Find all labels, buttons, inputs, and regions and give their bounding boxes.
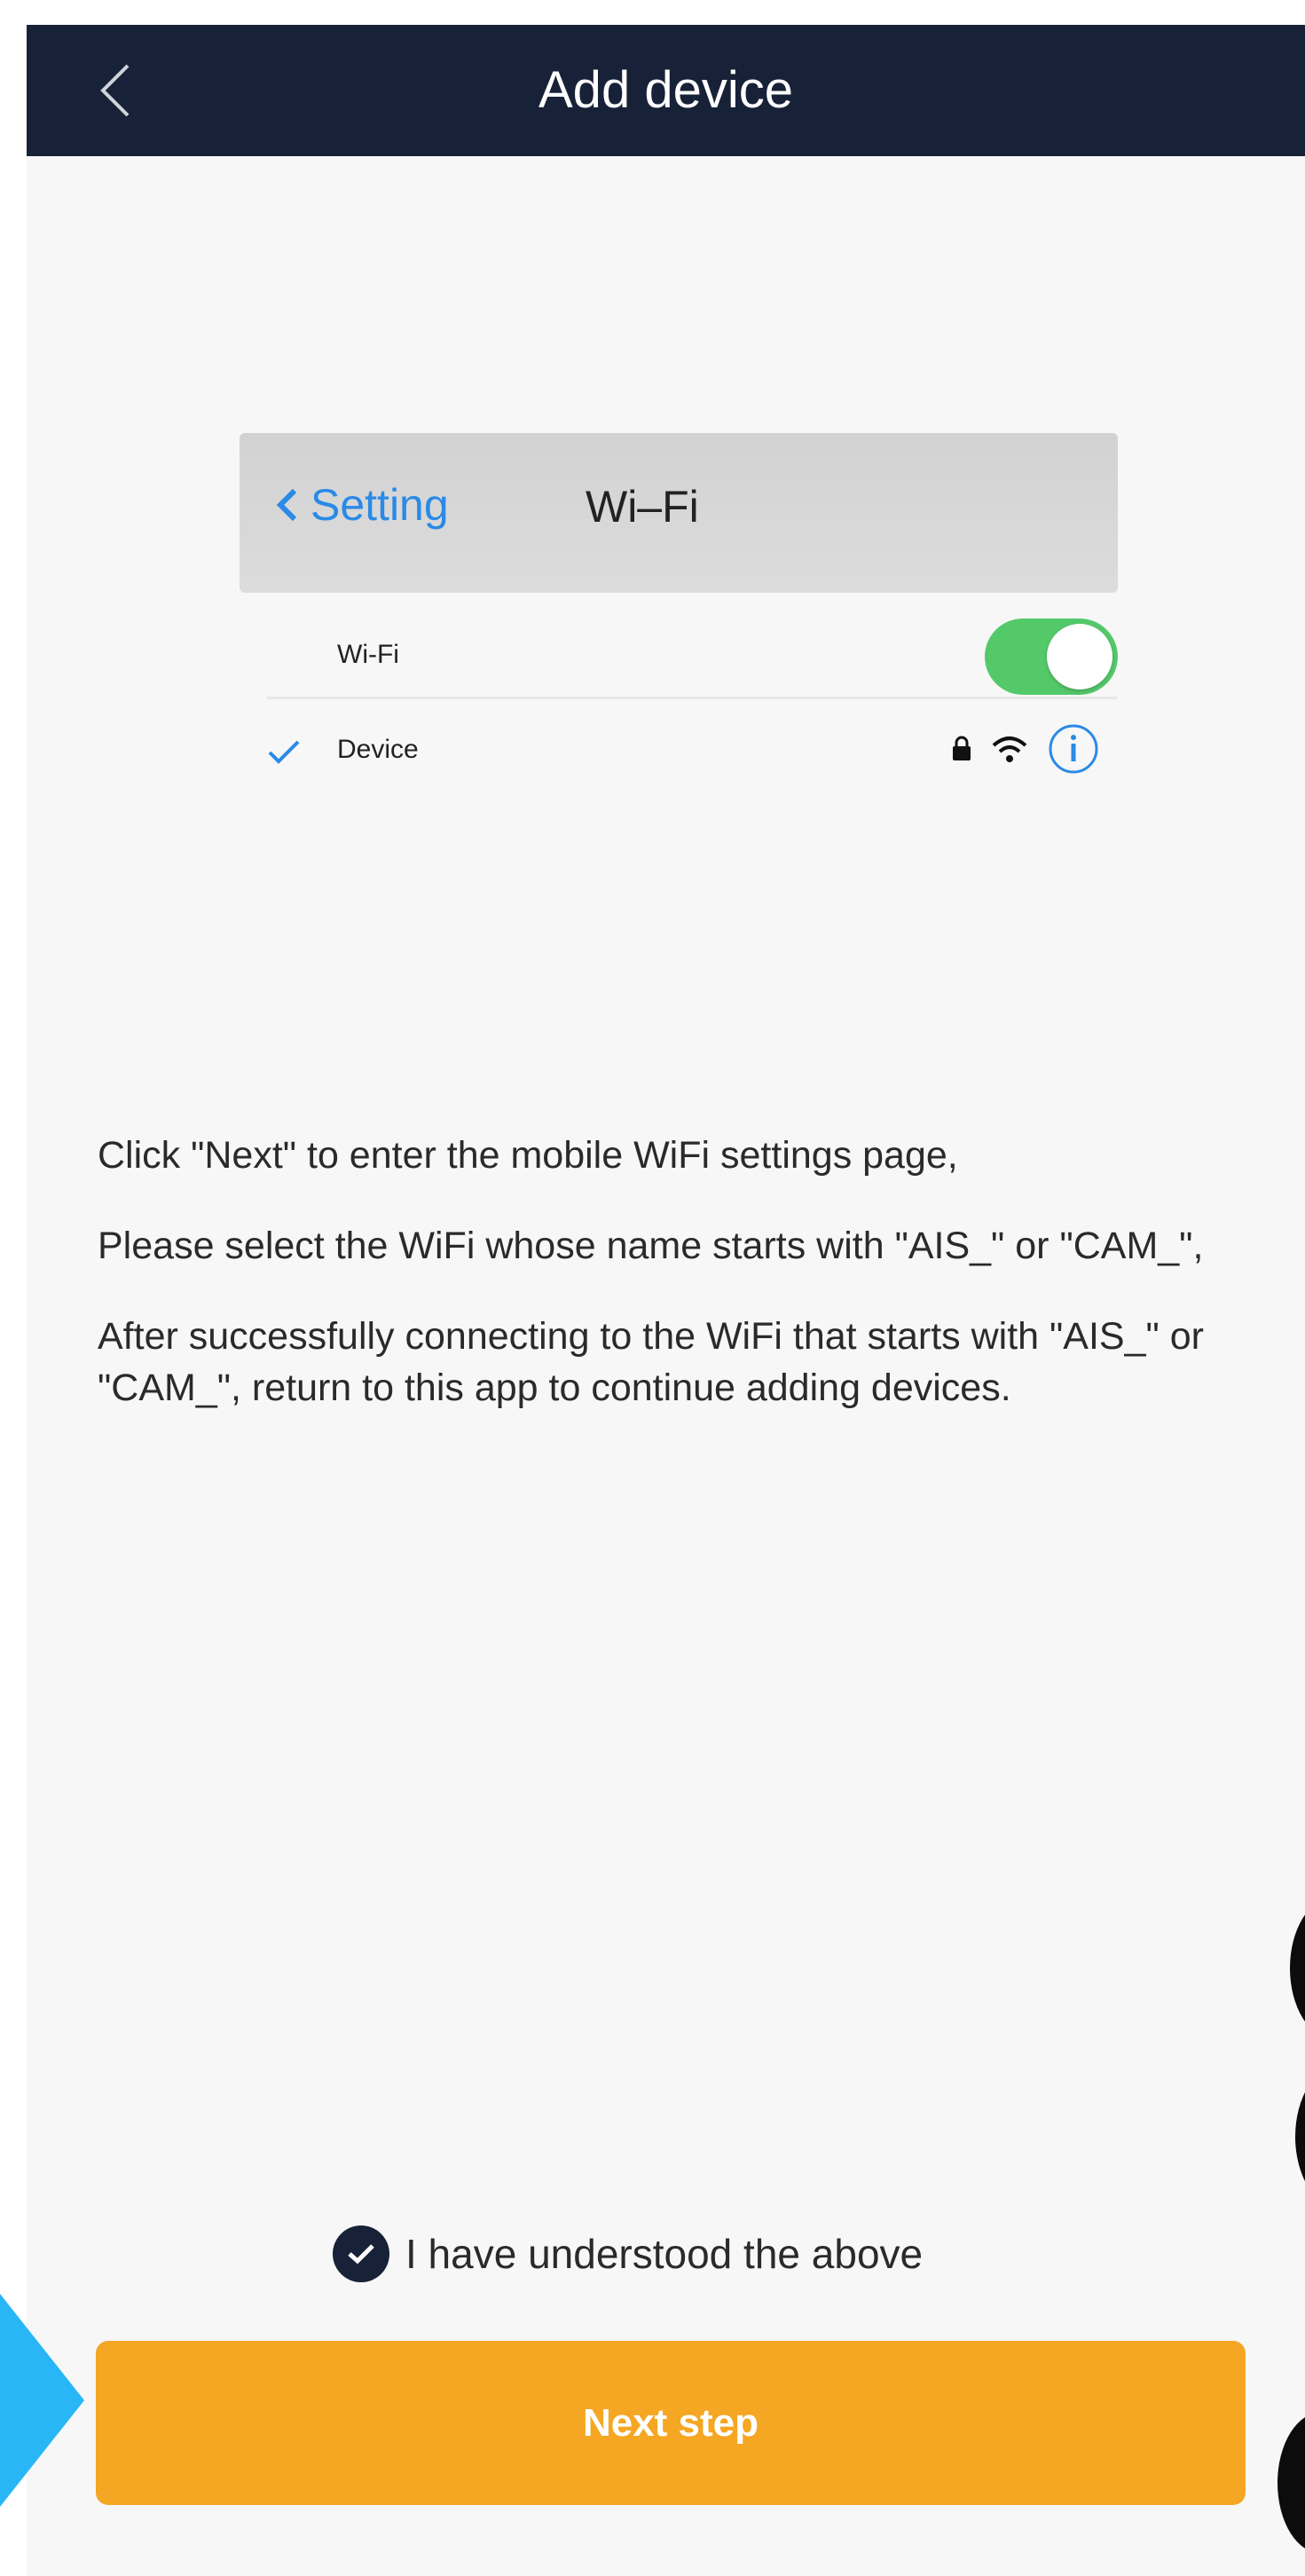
toggle-knob — [1047, 624, 1112, 689]
illustration-back-label: Setting — [311, 480, 449, 530]
floating-circle-decoration — [1295, 2066, 1305, 2208]
add-device-screen: Add device Setting Wi–Fi Wi-Fi Device Cl… — [27, 25, 1305, 2576]
checkmark-icon — [268, 740, 300, 764]
illustration-wifi-row: Wi-Fi — [266, 615, 1118, 699]
next-step-button[interactable]: Next step — [96, 2341, 1246, 2505]
instruction-line-3: After successfully connecting to the WiF… — [98, 1315, 1204, 1409]
pointer-arrow-icon — [0, 2294, 84, 2507]
lock-icon — [953, 736, 971, 760]
wifi-settings-illustration: Setting Wi–Fi Wi-Fi Device — [240, 433, 1118, 815]
check-circle-icon — [333, 2225, 389, 2282]
instructions: Click "Next" to enter the mobile WiFi se… — [98, 1130, 1260, 1453]
illustration-back: Setting — [275, 479, 449, 531]
agreement-checkbox[interactable]: I have understood the above — [333, 2225, 923, 2282]
illustration-device-row: Device — [266, 710, 1118, 794]
wifi-row-label: Wi-Fi — [337, 640, 399, 669]
chevron-left-icon — [276, 488, 297, 522]
device-row-icons — [951, 722, 1100, 776]
illustration-nav-bar: Setting Wi–Fi — [240, 433, 1118, 593]
info-icon — [1049, 724, 1098, 774]
device-row-label: Device — [337, 735, 419, 764]
agreement-label: I have understood the above — [405, 2231, 924, 2277]
wifi-toggle — [985, 618, 1118, 695]
illustration-title: Wi–Fi — [586, 482, 699, 532]
page-title: Add device — [539, 61, 793, 119]
instruction-line-1: Click "Next" to enter the mobile WiFi se… — [98, 1134, 958, 1177]
top-bar: Add device — [27, 25, 1305, 156]
wifi-signal-icon — [992, 737, 1027, 762]
floating-circle-decoration — [1290, 1897, 1305, 2039]
instruction-line-2: Please select the WiFi whose name starts… — [98, 1225, 1204, 1267]
floating-circle-decoration — [1277, 2412, 1305, 2554]
